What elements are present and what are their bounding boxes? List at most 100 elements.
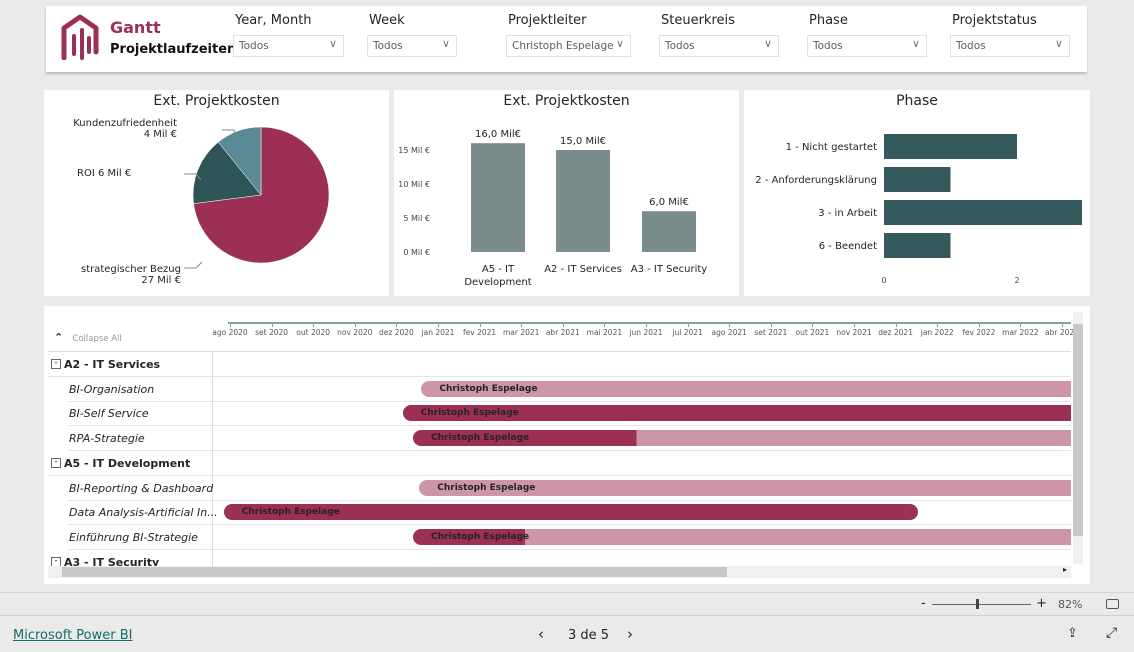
pie-label-kundenzufriedenheit: Kundenzufriedenheit 4 Mil €	[73, 118, 177, 140]
collapse-group-toggle[interactable]: -	[51, 359, 61, 369]
month-tick-label: set 2021	[754, 328, 788, 337]
gantt-task-bar[interactable]: Christoph Espelage	[413, 528, 1071, 545]
page-subtitle: Projektlaufzeiten	[110, 42, 237, 57]
fit-to-page-icon[interactable]	[1106, 599, 1119, 609]
month-tick	[313, 322, 315, 327]
vertical-scrollbar[interactable]	[1073, 312, 1083, 564]
phase-bar[interactable]	[884, 233, 951, 258]
slicer-value: Todos	[373, 40, 403, 52]
share-icon[interactable]: ⇪	[1067, 626, 1078, 641]
zoom-in-button[interactable]: +	[1036, 596, 1047, 611]
slicer-dropdown[interactable]: Todos ∨	[367, 35, 457, 57]
month-tick	[978, 322, 980, 327]
chevron-down-icon: ∨	[441, 37, 450, 50]
month-tick	[604, 322, 606, 327]
footer: Microsoft Power BI ‹ 3 de 5 › ⇪ ⤢	[0, 615, 1134, 652]
phase-bar[interactable]	[884, 134, 1017, 159]
y-tick-label: 3 - in Arbeit	[818, 208, 877, 219]
month-tick-label: nov 2021	[836, 328, 872, 337]
month-tick-label: dez 2021	[878, 328, 913, 337]
pie-label-roi: ROI 6 Mil €	[77, 168, 132, 179]
gantt-task-bar[interactable]: Christoph Espelage	[419, 479, 1071, 496]
slicer-dropdown[interactable]: Todos ∨	[659, 35, 779, 57]
month-tick	[937, 322, 939, 327]
x-tick-label: A2 - IT Services	[544, 264, 622, 275]
month-tick-label: out 2020	[296, 328, 331, 337]
row-divider	[68, 450, 1071, 452]
pie-label-strategischer-bezug: strategischer Bezug 27 Mil €	[80, 264, 181, 286]
vertical-scroll-thumb[interactable]	[1073, 324, 1083, 536]
column-chart-card: Ext. Projektkosten 0 Mil €5 Mil €10 Mil …	[394, 90, 739, 296]
task-label: BI-Reporting & Dashboard	[69, 481, 214, 495]
gantt-task-bar[interactable]: Christoph Espelage	[223, 504, 919, 521]
task-owner: Christoph Espelage	[439, 383, 538, 394]
page-title: Gantt	[110, 18, 161, 37]
horizontal-scroll-thumb[interactable]	[62, 567, 727, 577]
x-tick-label: A3 - IT Security	[631, 264, 708, 275]
gantt-task-bar[interactable]: Christoph Espelage	[402, 405, 1071, 422]
column-bar[interactable]	[471, 143, 525, 252]
zoom-out-button[interactable]: -	[921, 596, 926, 611]
gantt-task-bar[interactable]: Christoph Espelage	[413, 430, 1071, 447]
slicer-dropdown[interactable]: Todos ∨	[233, 35, 344, 57]
slicer-value: Todos	[239, 40, 269, 52]
y-tick-label: 15 Mil €	[398, 146, 430, 155]
row-divider	[68, 425, 1071, 427]
collapse-all-button[interactable]: ⌃ Collapse All	[54, 331, 122, 344]
power-bi-link[interactable]: Microsoft Power BI	[13, 628, 132, 643]
slicer-value: Todos	[813, 40, 843, 52]
zoom-slider-thumb[interactable]	[975, 599, 979, 609]
slicer-dropdown[interactable]: Todos ∨	[950, 35, 1070, 57]
page-indicator: 3 de 5	[568, 628, 610, 643]
column-bar[interactable]	[642, 211, 696, 252]
month-tick	[521, 322, 523, 327]
zoom-slider[interactable]	[932, 599, 1031, 609]
y-tick-label: 2 - Anforderungsklärung	[755, 175, 877, 186]
scroll-right-icon[interactable]: ▸	[1063, 565, 1067, 574]
month-tick	[895, 322, 897, 327]
data-label: 15,0 Mil€	[560, 136, 606, 147]
chevron-down-icon: ∨	[615, 37, 624, 50]
slicer-dropdown[interactable]: Todos ∨	[807, 35, 927, 57]
divider	[212, 351, 213, 566]
task-label: Data Analysis-Artificial In...	[69, 506, 218, 520]
month-tick-label: abr 2021	[545, 328, 580, 337]
month-tick-label: mar 2022	[1002, 328, 1039, 337]
x-tick-label: 2	[1014, 276, 1019, 285]
slicer-label: Week	[369, 13, 405, 28]
next-page-icon[interactable]: ›	[627, 625, 633, 643]
phase-bar[interactable]	[884, 167, 951, 192]
gantt-task-bar[interactable]: Christoph Espelage	[421, 380, 1071, 397]
task-label: Einführung BI-Strategie	[69, 530, 198, 544]
gantt-logo-icon	[61, 14, 99, 60]
row-divider	[48, 474, 1071, 476]
month-tick	[729, 322, 731, 327]
month-tick	[1062, 322, 1063, 327]
row-divider	[68, 524, 1071, 526]
month-tick	[354, 322, 356, 327]
collapse-group-toggle[interactable]: -	[51, 457, 61, 468]
month-tick	[687, 322, 689, 327]
month-tick	[562, 322, 564, 327]
horizontal-scrollbar[interactable]: ▸	[48, 565, 1071, 578]
column-chart: 0 Mil € 5 Mil € 10 Mil € 15 Mil € 16,0 Mil€ A…	[398, 129, 708, 288]
column-bar[interactable]	[556, 150, 610, 252]
phase-bar[interactable]	[884, 200, 1082, 225]
task-label: BI-Self Service	[69, 407, 149, 421]
chevron-down-icon: ∨	[1054, 37, 1063, 50]
month-tick-label: jan 2022	[920, 328, 954, 337]
previous-page-icon[interactable]: ‹	[538, 625, 544, 643]
slicer-dropdown[interactable]: Christoph Espelage ∨	[506, 35, 631, 57]
group-label: A5 - IT Development	[64, 456, 191, 470]
task-owner: Christoph Espelage	[431, 531, 530, 542]
month-tick-label: fev 2022	[962, 328, 996, 337]
month-tick-label: mar 2021	[502, 328, 540, 337]
row-divider	[68, 499, 1071, 501]
x-tick-label: 0	[881, 276, 886, 285]
fullscreen-icon[interactable]: ⤢	[1106, 625, 1117, 641]
phase-bar-chart: 1 - Nicht gestartet 2 - Anforderungskläru…	[755, 134, 1082, 285]
month-tick-label: nov 2020	[337, 328, 373, 337]
divider	[48, 351, 1071, 352]
month-tick	[479, 322, 481, 327]
month-tick-label: fev 2021	[463, 328, 497, 337]
